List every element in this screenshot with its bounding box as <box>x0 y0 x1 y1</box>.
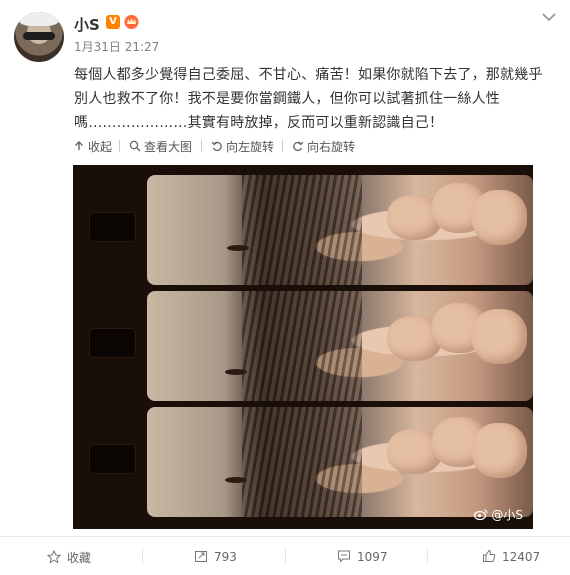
collapse-button[interactable]: 收起 <box>73 138 112 155</box>
film-sprocket <box>90 213 135 241</box>
footer-divider <box>427 548 428 564</box>
vip-crown-icon <box>124 15 139 29</box>
collapse-label: 收起 <box>88 140 113 154</box>
star-icon <box>47 550 61 564</box>
watermark-text: @小S <box>491 508 523 522</box>
comment-count: 1097 <box>357 550 388 564</box>
repost-icon <box>195 551 207 562</box>
eye <box>225 477 247 483</box>
user-avatar[interactable] <box>14 12 64 62</box>
film-frame <box>147 407 533 517</box>
footer-divider <box>142 548 143 564</box>
favorite-button[interactable]: 收藏 <box>47 549 91 566</box>
repost-count: 793 <box>214 550 237 564</box>
search-icon <box>129 140 141 152</box>
film-frame <box>147 291 533 401</box>
post-header: 小S V 1月31日 21:27 <box>0 0 570 64</box>
film-sprocket <box>90 329 135 357</box>
arrow-up-icon <box>75 141 83 150</box>
rotate-right-label: 向右旋转 <box>307 140 356 154</box>
rotate-right-button[interactable]: 向右旋转 <box>292 138 355 155</box>
thumbs-up-icon <box>483 549 496 562</box>
post-image[interactable]: @小S <box>73 165 533 529</box>
toolbar-divider <box>201 140 202 152</box>
comment-icon <box>338 550 350 563</box>
rotate-left-button[interactable]: 向左旋转 <box>211 138 274 155</box>
post-text: 每個人都多少覺得自己委屈、不甘心、痛苦！如果你就陷下去了，那就幾乎別人也救不了你… <box>74 67 543 131</box>
hair <box>242 291 362 401</box>
film-frame <box>147 175 533 285</box>
rotate-left-icon <box>211 141 222 152</box>
favorite-label: 收藏 <box>67 551 92 565</box>
view-large-button[interactable]: 查看大图 <box>129 138 192 155</box>
weibo-logo-icon <box>474 509 488 520</box>
eye <box>227 245 249 251</box>
hand <box>472 423 527 478</box>
hair <box>242 175 362 285</box>
hand <box>472 309 527 364</box>
view-large-label: 查看大图 <box>144 140 193 154</box>
rotate-right-icon <box>293 141 304 152</box>
avatar-glasses <box>23 32 55 40</box>
hair <box>242 407 362 517</box>
footer-divider <box>285 548 286 564</box>
toolbar-divider <box>119 140 120 152</box>
post-timestamp[interactable]: 1月31日 21:27 <box>74 38 159 55</box>
comment-button[interactable]: 1097 <box>337 549 388 564</box>
chevron-down-icon[interactable] <box>540 10 558 24</box>
film-sprocket <box>90 445 135 473</box>
like-count: 12407 <box>502 550 541 564</box>
avatar-cap <box>19 12 59 26</box>
image-watermark: @小S <box>474 506 523 523</box>
rotate-left-label: 向左旋转 <box>226 140 275 154</box>
hand <box>472 190 527 245</box>
toolbar-divider <box>282 140 283 152</box>
repost-button[interactable]: 793 <box>194 549 237 564</box>
username[interactable]: 小S <box>74 14 100 35</box>
like-button[interactable]: 12407 <box>482 549 540 564</box>
post-actions: 收藏 793 1097 12407 <box>0 536 570 575</box>
eye <box>225 369 247 375</box>
verified-badge-icon: V <box>106 15 120 29</box>
